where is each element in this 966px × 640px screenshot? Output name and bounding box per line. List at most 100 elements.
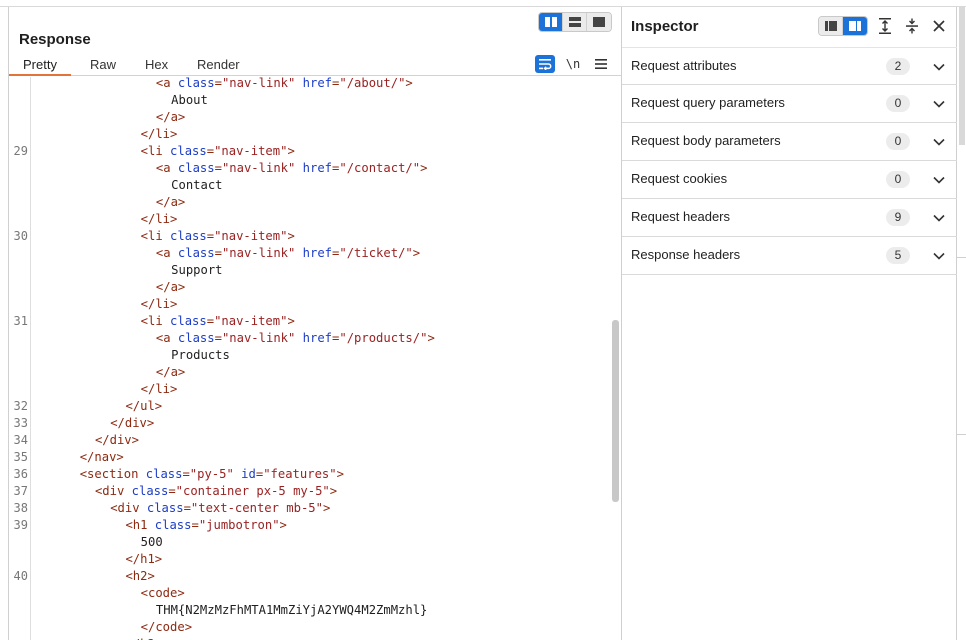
line-number: 32: [13, 399, 28, 413]
code-text: Contact: [171, 178, 223, 192]
code-text: <section class="py-5" id="features">: [79, 467, 344, 481]
section-response-headers[interactable]: Response headers 5: [622, 237, 957, 275]
inspector-panel: Inspector Request attributes 2 Request q…: [621, 7, 957, 640]
code-line: </a>: [9, 364, 609, 381]
expand-all-button[interactable]: [876, 17, 894, 35]
show-newlines-button[interactable]: \n: [563, 55, 583, 73]
code-line: 40 <h2>: [9, 568, 609, 585]
close-inspector-button[interactable]: [930, 17, 948, 35]
code-line: Support: [9, 262, 609, 279]
section-request-cookies[interactable]: Request cookies 0: [622, 161, 957, 199]
code-text: </a>: [155, 365, 186, 379]
code-line: 500: [9, 534, 609, 551]
divider: [957, 434, 966, 435]
columns-icon: [544, 17, 557, 27]
code-line: </h2>: [9, 636, 609, 640]
section-request-attributes[interactable]: Request attributes 2: [622, 47, 957, 85]
code-line: </a>: [9, 194, 609, 211]
section-count-badge: 0: [886, 171, 910, 188]
single-pane-layout-button[interactable]: [587, 13, 611, 31]
code-line: </code>: [9, 619, 609, 636]
code-text: <h2>: [125, 569, 155, 583]
word-wrap-button[interactable]: [535, 55, 555, 73]
chevron-down-icon[interactable]: [932, 60, 946, 74]
code-text: </a>: [155, 195, 186, 209]
section-request-headers[interactable]: Request headers 9: [622, 199, 957, 237]
menu-button[interactable]: [591, 55, 611, 73]
line-number: 40: [13, 569, 28, 583]
code-line: </h1>: [9, 551, 609, 568]
side-by-side-layout-button[interactable]: [539, 13, 563, 31]
code-line: </li>: [9, 211, 609, 228]
code-text: <a class="nav-link" href="/products/">: [155, 331, 435, 345]
response-title: Response: [19, 31, 91, 48]
code-text: </h1>: [125, 552, 163, 566]
code-text: <li class="nav-item">: [140, 229, 295, 243]
code-text: </li>: [140, 297, 178, 311]
chevron-down-icon[interactable]: [932, 135, 946, 149]
tab-render[interactable]: Render: [183, 56, 254, 76]
code-editor[interactable]: <a class="nav-link" href="/about/"> About…: [9, 77, 621, 640]
section-label: Request query parameters: [631, 95, 785, 110]
code-line: 39 <h1 class="jumbotron">: [9, 517, 609, 534]
inspector-collapsed-layout-button[interactable]: [819, 17, 843, 35]
tab-raw[interactable]: Raw: [76, 56, 130, 76]
single-pane-icon: [593, 17, 605, 27]
code-line: 33 </div>: [9, 415, 609, 432]
code-line: 34 </div>: [9, 432, 609, 449]
code-line: </a>: [9, 279, 609, 296]
section-request-body-parameters[interactable]: Request body parameters 0: [622, 123, 957, 161]
section-count-badge: 9: [886, 209, 910, 226]
outer-scrollbar[interactable]: [959, 7, 965, 145]
code-text: <div class="container px-5 my-5">: [94, 484, 338, 498]
tab-hex[interactable]: Hex: [131, 56, 182, 76]
section-label: Request attributes: [631, 58, 737, 73]
code-line: <a class="nav-link" href="/about/">: [9, 77, 609, 92]
response-pane: Response Pretty Raw Hex Render \n <a cla…: [8, 7, 621, 640]
code-text: </li>: [140, 212, 178, 226]
line-number: 38: [13, 501, 28, 515]
chevron-down-icon[interactable]: [932, 211, 946, 225]
code-text: <a class="nav-link" href="/contact/">: [155, 161, 428, 175]
code-line: 32 </ul>: [9, 398, 609, 415]
response-tabs: Pretty Raw Hex Render: [9, 56, 621, 76]
code-line: 29 <li class="nav-item">: [9, 143, 609, 160]
editor-toolbar: \n: [535, 55, 611, 73]
inspector-expanded-layout-button[interactable]: [843, 17, 867, 35]
editor-scrollbar[interactable]: [612, 320, 619, 502]
chevron-down-icon[interactable]: [932, 173, 946, 187]
code-line: 37 <div class="container px-5 my-5">: [9, 483, 609, 500]
line-number: 36: [13, 467, 28, 481]
code-text: </h2>: [125, 636, 162, 640]
section-count-badge: 5: [886, 247, 910, 264]
collapse-all-button[interactable]: [903, 17, 921, 35]
section-request-query-parameters[interactable]: Request query parameters 0: [622, 85, 957, 123]
code-text: </li>: [140, 127, 178, 141]
line-number: 31: [13, 314, 28, 328]
code-line: 36 <section class="py-5" id="features">: [9, 466, 609, 483]
tab-pretty[interactable]: Pretty: [9, 56, 71, 76]
section-count-badge: 0: [886, 133, 910, 150]
code-line: Contact: [9, 177, 609, 194]
code-text: <a class="nav-link" href="/ticket/">: [155, 246, 421, 260]
code-text: </nav>: [79, 450, 124, 464]
layout-toggle-group: [538, 12, 612, 32]
chevron-down-icon[interactable]: [932, 97, 946, 111]
line-number: 39: [13, 518, 28, 532]
code-line: </li>: [9, 126, 609, 143]
line-number: 35: [13, 450, 28, 464]
section-label: Response headers: [631, 247, 741, 262]
code-line: 31 <li class="nav-item">: [9, 313, 609, 330]
line-number: 29: [13, 144, 28, 158]
code-text: Support: [171, 263, 223, 277]
section-count-badge: 2: [886, 58, 910, 75]
section-label: Request body parameters: [631, 133, 781, 148]
code-text: <div class="text-center mb-5">: [110, 501, 331, 515]
section-label: Request cookies: [631, 171, 728, 186]
code-text: </code>: [140, 620, 193, 634]
code-text: 500: [140, 535, 163, 549]
chevron-down-icon[interactable]: [932, 249, 946, 263]
stacked-layout-button[interactable]: [563, 13, 587, 31]
code-line: 35 </nav>: [9, 449, 609, 466]
code-line: 38 <div class="text-center mb-5">: [9, 500, 609, 517]
